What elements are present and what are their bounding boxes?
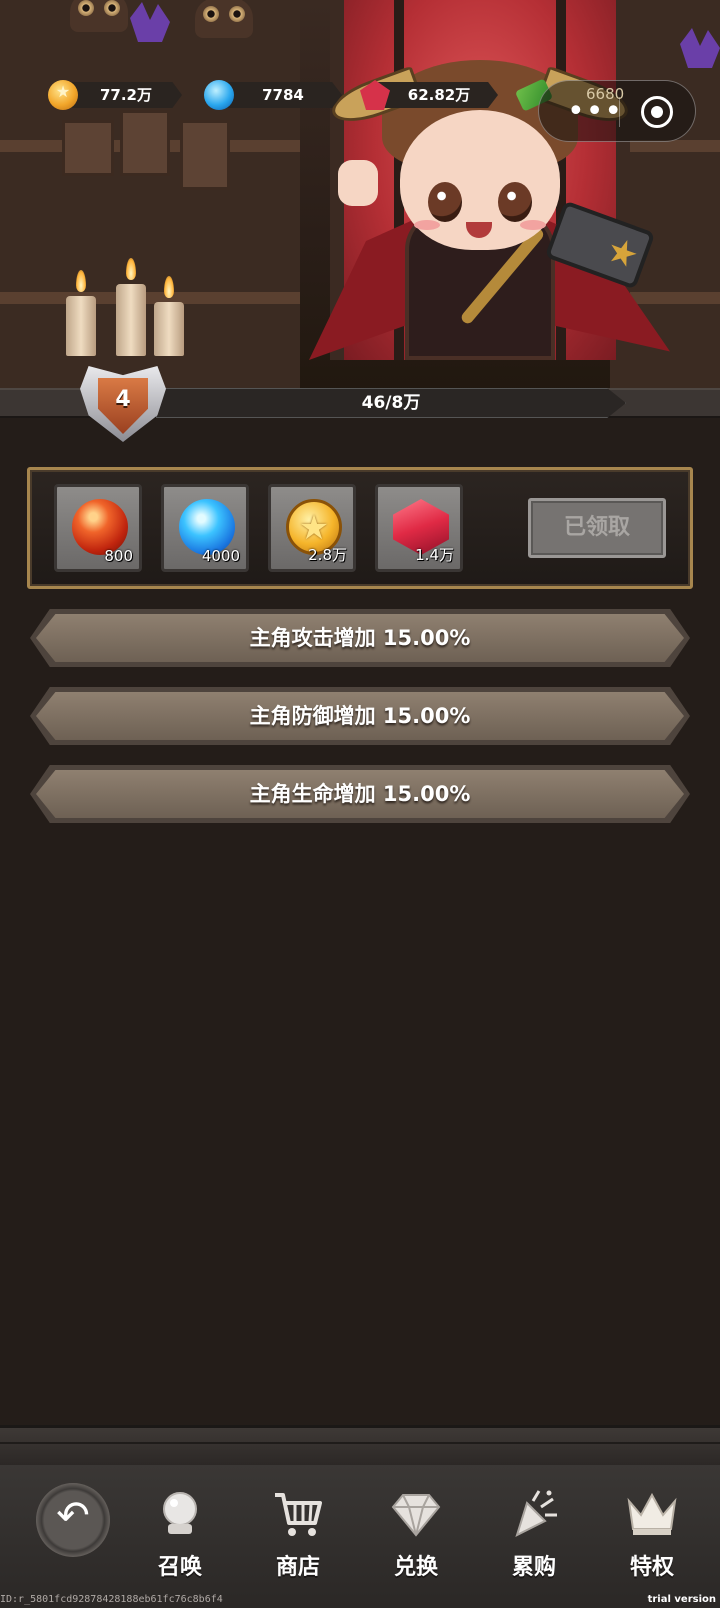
blue-orb-amount: 7784: [262, 86, 304, 104]
more-dots-icon[interactable]: •••: [567, 97, 623, 127]
cart-icon: [273, 1489, 323, 1539]
candle: [154, 302, 184, 356]
eye: [428, 182, 462, 222]
owl-statue: [70, 0, 128, 32]
pointing-hand: [338, 160, 378, 206]
candle: [116, 284, 146, 356]
nav-item-privilege[interactable]: 特权: [602, 1475, 702, 1595]
nav-label: 商店: [275, 1555, 320, 1580]
diamond-icon: [391, 1489, 441, 1539]
claimed-button-label: 已领取: [563, 515, 630, 540]
close-target-icon[interactable]: [641, 96, 673, 128]
nav-label: 特权: [629, 1555, 674, 1580]
nav-divider-rail: [0, 1425, 720, 1465]
bonus-health: 主角生命增加 15.00%: [30, 765, 690, 823]
nav-label: 召唤: [157, 1555, 202, 1580]
mouth: [466, 222, 492, 238]
nav-label: 累购: [511, 1555, 556, 1580]
nav-item-exchange[interactable]: 兑换: [366, 1475, 466, 1595]
reward-slot-fire-orb[interactable]: 800: [54, 484, 142, 572]
firework-icon: [509, 1489, 559, 1539]
level-progress-text: 46/8万: [361, 393, 421, 413]
eye: [498, 182, 532, 222]
back-button[interactable]: ↶: [36, 1483, 110, 1557]
back-arrow-icon: ↶: [56, 1493, 90, 1539]
reward-slot-water-orb[interactable]: 4000: [161, 484, 249, 572]
claimed-button[interactable]: 已领取: [528, 498, 666, 558]
bonus-text: 主角攻击增加 15.00%: [249, 626, 471, 650]
currency-blue-orb: 7784: [204, 80, 342, 110]
currency-gem: 62.82万: [360, 80, 498, 110]
blush: [414, 220, 440, 230]
reward-amount: 800: [104, 547, 133, 565]
nav-label: 兑换: [393, 1555, 438, 1580]
bonus-defense: 主角防御增加 15.00%: [30, 687, 690, 745]
reward-amount: 2.8万: [308, 546, 347, 564]
nav-item-shop[interactable]: 商店: [248, 1475, 348, 1595]
level-number: 4: [115, 387, 131, 412]
cash-amount: 6680: [586, 85, 625, 103]
hero-scene: [0, 0, 720, 395]
reward-slot-red-gem[interactable]: 1.4万: [375, 484, 463, 572]
bonus-attack: 主角攻击增加 15.00%: [30, 609, 690, 667]
gold-amount: 77.2万: [99, 86, 152, 104]
level-shield-badge: 4: [80, 366, 166, 442]
gold-coin-icon: [48, 80, 78, 110]
bottom-nav: ↶ 召唤 商店 兑换 累购 特权: [0, 1465, 720, 1608]
crystal-ball-icon: [155, 1489, 205, 1539]
reward-amount: 4000: [201, 547, 240, 565]
reward-slot-gold-coin[interactable]: 2.8万: [268, 484, 356, 572]
reward-panel: 800 4000 2.8万 1.4万 已领取: [27, 467, 693, 589]
box-decoration: [180, 120, 230, 190]
gem-amount: 62.82万: [407, 86, 471, 104]
crown-icon: [627, 1489, 677, 1539]
owl-statue: [195, 0, 253, 38]
jar-decoration: [62, 120, 114, 176]
trial-version-label: trial version: [647, 1594, 716, 1605]
hero-face: [400, 110, 560, 250]
blue-orb-icon: [204, 80, 234, 110]
reward-amount: 1.4万: [415, 546, 454, 564]
bonus-text: 主角防御增加 15.00%: [249, 704, 471, 728]
book-decoration: [120, 110, 170, 176]
nav-item-summon[interactable]: 召唤: [130, 1475, 230, 1595]
debug-id-text: ID:r_5801fcd928784281​88eb61fc76c8b6f4: [0, 1594, 223, 1605]
bonus-text: 主角生命增加 15.00%: [249, 782, 471, 806]
nav-item-cumulative-purchase[interactable]: 累购: [484, 1475, 584, 1595]
currency-gold: 77.2万: [48, 80, 182, 110]
blush: [520, 220, 546, 230]
candle: [66, 296, 96, 356]
left-bookshelf: [0, 0, 300, 395]
